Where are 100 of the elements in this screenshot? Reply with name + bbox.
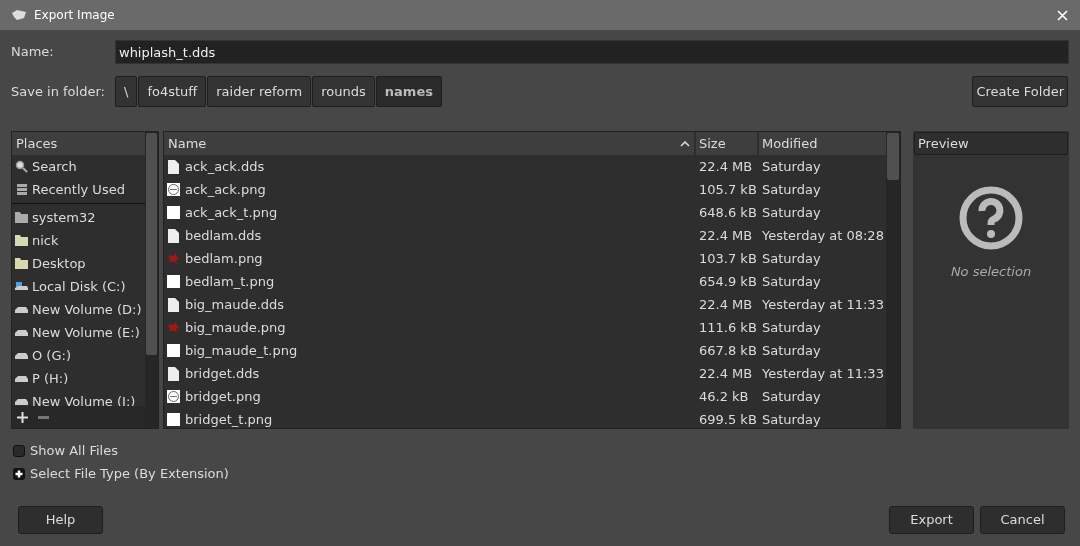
file-name[interactable]: big_maude.png (185, 317, 286, 338)
export-button[interactable]: Export (889, 506, 974, 534)
path-button[interactable]: raider reform (207, 76, 312, 107)
help-button[interactable]: Help (18, 506, 103, 534)
name-label: Name: (11, 43, 55, 62)
preview-header: Preview (914, 132, 1068, 155)
preview-message: No selection (950, 263, 1032, 281)
place-item[interactable]: New Volume (E:) (12, 321, 145, 344)
place-item[interactable]: Recently Used (12, 178, 145, 201)
file-name[interactable]: bedlam_t.png (185, 271, 275, 292)
file-name[interactable]: ack_ack.png (185, 179, 266, 200)
place-item[interactable]: P (H:) (12, 367, 145, 390)
place-item[interactable]: Desktop (12, 252, 145, 275)
file-size: 105.7 kB (698, 180, 757, 199)
expander-label[interactable]: Select File Type (By Extension) (30, 464, 229, 484)
figure-icon (167, 321, 180, 334)
column-header[interactable]: Places (12, 132, 145, 155)
place-label: O (G:) (32, 346, 71, 365)
file-modified: Saturday (761, 203, 822, 222)
place-item[interactable]: Local Disk (C:) (12, 275, 145, 298)
figure-icon (167, 252, 180, 265)
file-name[interactable]: bridget.dds (185, 363, 260, 384)
blank-thumbnail-icon (167, 344, 180, 357)
file-size: 654.9 kB (698, 272, 757, 291)
place-label: New Volume (D:) (32, 300, 142, 319)
place-item[interactable]: New Volume (D:) (12, 298, 145, 321)
question-icon (959, 186, 1023, 250)
file-modified: Saturday (761, 272, 822, 291)
folder-icon (15, 235, 28, 246)
folder-label: Save in folder: (11, 82, 106, 101)
place-item[interactable]: system32 (12, 206, 145, 229)
file-modified: Saturday (761, 410, 822, 428)
document-icon (168, 366, 179, 381)
file-name[interactable]: ack_ack.dds (185, 156, 265, 177)
drive-icon (15, 375, 28, 382)
file-modified: Saturday (761, 318, 822, 337)
close-icon[interactable] (1057, 9, 1068, 21)
file-name[interactable]: big_maude.dds (185, 294, 285, 315)
blank-thumbnail-icon (167, 275, 180, 288)
path-button[interactable]: rounds (312, 76, 375, 107)
drive-icon (15, 352, 28, 359)
file-name[interactable]: bridget.png (185, 386, 261, 407)
file-size: 699.5 kB (698, 410, 757, 428)
place-label: Recently Used (32, 180, 125, 199)
file-modified: Yesterday at 08:28 (761, 226, 885, 245)
place-item[interactable]: nick (12, 229, 145, 252)
file-modified: Saturday (761, 341, 822, 360)
folder-icon (15, 212, 28, 223)
stack-icon (15, 183, 28, 196)
file-size: 22.4 MB (698, 226, 754, 245)
checkbox[interactable] (13, 445, 25, 457)
plus-icon[interactable] (13, 468, 25, 480)
scrollbar[interactable] (886, 132, 900, 428)
file-modified: Saturday (761, 157, 822, 176)
file-size: 22.4 MB (698, 364, 754, 383)
file-size: 22.4 MB (698, 157, 754, 176)
document-icon (168, 228, 179, 243)
scrollbar[interactable] (145, 132, 158, 428)
sort-caret-icon (680, 140, 690, 147)
file-size: 22.4 MB (698, 295, 754, 314)
place-label: system32 (32, 208, 96, 227)
place-item[interactable]: O (G:) (12, 344, 145, 367)
app-icon (12, 10, 26, 20)
document-icon (168, 159, 179, 174)
path-button[interactable]: \ (115, 76, 138, 107)
file-size: 648.6 kB (698, 203, 757, 222)
cancel-button[interactable]: Cancel (980, 506, 1065, 534)
magnifier-icon (15, 160, 28, 173)
path-button[interactable]: fo4stuff (138, 76, 207, 107)
file-name[interactable]: bedlam.dds (185, 225, 262, 246)
name-field[interactable]: whiplash_t.dds (115, 40, 1069, 64)
column-header[interactable]: Size (696, 132, 757, 155)
path-button[interactable]: names (375, 76, 442, 107)
place-label: P (H:) (32, 369, 69, 388)
column-header[interactable]: Name (164, 132, 694, 155)
place-label: Local Disk (C:) (32, 277, 126, 296)
file-name[interactable]: big_maude_t.png (185, 340, 298, 361)
blank-thumbnail-icon (167, 413, 180, 426)
blank-thumbnail-icon (167, 206, 180, 219)
round-thumbnail-icon (167, 390, 180, 403)
checkbox-label: Show All Files (30, 442, 118, 461)
file-modified: Saturday (761, 180, 822, 199)
file-modified: Yesterday at 11:33 (761, 295, 885, 314)
file-modified: Yesterday at 11:33 (761, 364, 885, 383)
column-header[interactable]: Modified (759, 132, 886, 155)
create-folder-button[interactable]: Create Folder (972, 76, 1068, 107)
place-label: Search (32, 157, 77, 176)
drive-icon (15, 329, 28, 336)
file-name[interactable]: bridget_t.png (185, 409, 273, 428)
file-name[interactable]: bedlam.png (185, 248, 263, 269)
add-icon[interactable] (17, 411, 28, 423)
window-title: Export Image (34, 7, 115, 24)
place-label: nick (32, 231, 59, 250)
drive-icon (15, 282, 28, 291)
document-icon (168, 297, 179, 312)
place-item[interactable]: Search (12, 155, 145, 178)
place-label: New Volume (E:) (32, 323, 140, 342)
file-name[interactable]: ack_ack_t.png (185, 202, 278, 223)
remove-icon[interactable] (38, 415, 49, 419)
folder-icon (15, 258, 28, 269)
